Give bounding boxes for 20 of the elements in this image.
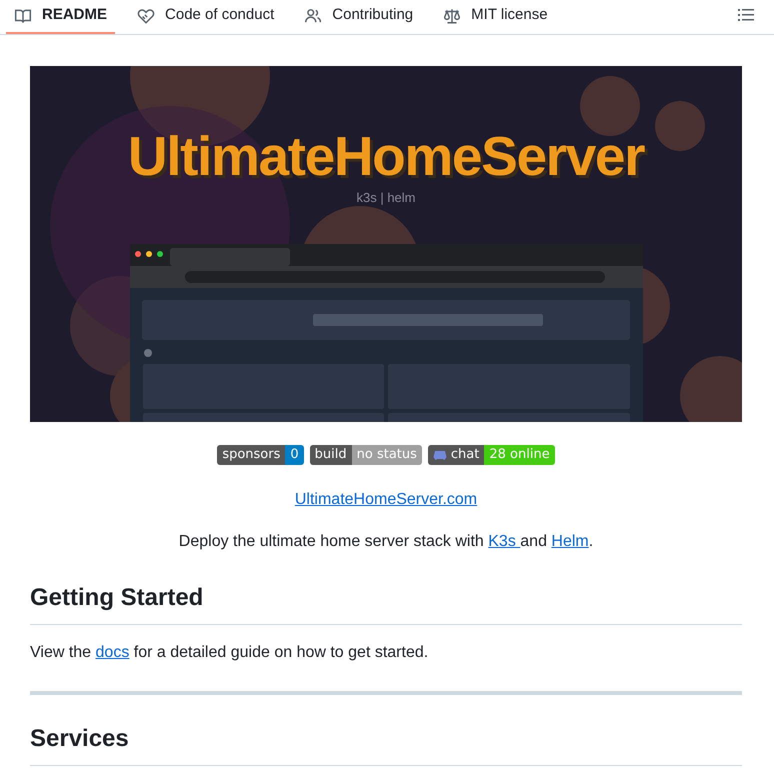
chat-bubble-icon [432,450,447,460]
tab[interactable]: Code of conduct [129,0,282,34]
tab[interactable]: MIT license [435,0,556,34]
section-heading: Getting Started [30,580,742,625]
book-icon [14,6,32,24]
intro-paragraph: Deploy the ultimate home server stack with K3s and Helm. [178,532,594,552]
scale-icon [443,6,462,24]
section-paragraph: View the docs for a detailed guide on how to get started. [30,643,430,663]
section-heading: Services [30,721,742,766]
site-link[interactable]: UltimateHomeServer.com [294,488,478,512]
helm-link[interactable]: Helm [551,533,589,550]
banner-subtitle: k3s | helm [356,189,416,207]
banner-title: UltimateHomeServer [128,124,644,188]
tab[interactable]: README [6,0,116,34]
heart-icon [137,6,156,24]
people-icon [304,6,322,24]
tab[interactable]: Contributing [296,0,422,34]
outline-menu-icon[interactable] [738,8,754,22]
k3s-link[interactable]: K3s [488,533,520,550]
docs-link[interactable]: docs [96,644,130,661]
